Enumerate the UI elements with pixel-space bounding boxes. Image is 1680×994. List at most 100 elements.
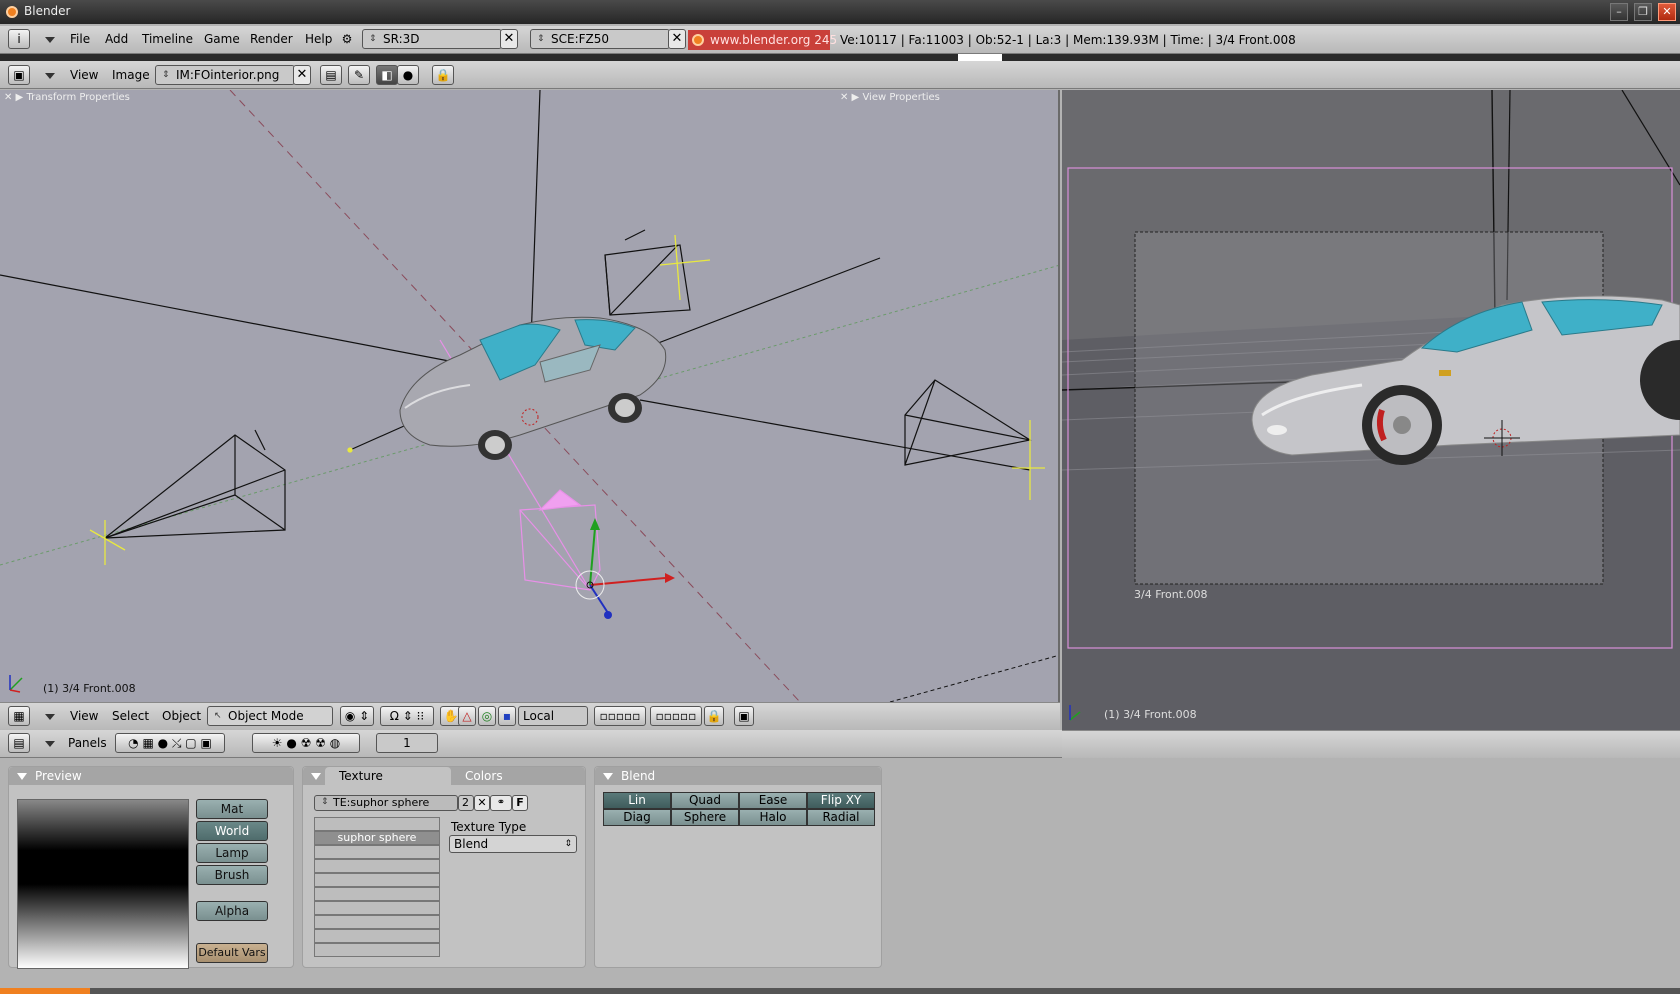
draw-type-select[interactable]: ◉ ⇕ <box>340 706 374 726</box>
menu-image[interactable]: Image <box>112 68 150 82</box>
preview-brush-button[interactable]: Brush <box>196 865 268 885</box>
delete-screen-button[interactable]: ✕ <box>500 29 518 49</box>
layers-row-1[interactable]: ▫▫▫▫▫ <box>594 706 646 726</box>
unlink-texture-button[interactable]: ✕ <box>474 795 490 811</box>
preview-mat-button[interactable]: Mat <box>196 799 268 819</box>
collapse-menus-icon[interactable] <box>45 714 55 720</box>
scene-select[interactable]: ⇕ SCE:FZ50 <box>530 29 670 49</box>
camera-left <box>103 429 286 539</box>
translate-manipulator-icon[interactable]: △ <box>458 706 476 726</box>
blend-diag-button[interactable]: Diag <box>603 809 671 826</box>
screen-select[interactable]: ⇕ SR:3D <box>362 29 502 49</box>
blend-panel-header[interactable]: Blend <box>595 767 881 785</box>
blend-halo-button[interactable]: Halo <box>739 809 807 826</box>
viewport-3d-left[interactable]: ✕ ▶ Transform Properties ✕ ▶ View Proper… <box>0 90 1060 702</box>
lock-icon[interactable]: 🔒 <box>432 65 454 85</box>
collapse-menus-icon[interactable] <box>45 73 55 79</box>
image-window-type-icon[interactable]: ▣ <box>8 65 30 85</box>
view3d-window-type-icon[interactable]: ▦ <box>8 706 30 726</box>
menu-view[interactable]: View <box>70 68 98 82</box>
collapse-menus-icon[interactable] <box>45 741 55 747</box>
texture-datablock-select[interactable]: ⇕ TE:suphor sphere <box>314 795 458 811</box>
delete-scene-button[interactable]: ✕ <box>668 29 686 49</box>
car-model <box>399 316 667 460</box>
blend-lin-button[interactable]: Lin <box>603 792 671 809</box>
menu-select[interactable]: Select <box>112 709 149 723</box>
preview-lamp-button[interactable]: Lamp <box>196 843 268 863</box>
paint-icon[interactable]: ✎ <box>348 65 370 85</box>
lock-layers-icon[interactable]: 🔒 <box>704 706 724 726</box>
mode-icon: ↖ <box>214 711 222 721</box>
blend-sphere-button[interactable]: Sphere <box>671 809 739 826</box>
default-vars-button[interactable]: Default Vars <box>196 943 268 963</box>
camera-right <box>904 379 1032 466</box>
texture-channel-4[interactable] <box>314 859 440 873</box>
blend-quad-button[interactable]: Quad <box>671 792 739 809</box>
menu-file[interactable]: File <box>70 32 90 46</box>
fake-user-button[interactable]: F <box>512 795 528 811</box>
layers-row-2[interactable]: ▫▫▫▫▫ <box>650 706 702 726</box>
collapse-icon[interactable] <box>311 773 321 780</box>
updown-icon: ⇕ <box>537 34 545 44</box>
texture-channel-10[interactable] <box>314 943 440 957</box>
gear-icon[interactable]: ⚙ <box>338 30 356 50</box>
blender-app: Blender – ❐ ✕ i File Add Timeline Game R… <box>0 0 1680 994</box>
blend-flip-xy-button[interactable]: Flip XY <box>807 792 875 809</box>
maximize-icon[interactable]: ❐ <box>1634 3 1652 21</box>
buttons-window-type-icon[interactable]: ▤ <box>8 733 30 753</box>
preview-world-button[interactable]: World <box>196 821 268 841</box>
blend-panel: Blend Lin Quad Ease Flip XY Diag Sphere … <box>594 766 882 968</box>
user-count-value: 2 <box>462 796 469 809</box>
updown-icon: ⇕ <box>369 34 377 44</box>
render-preview-icon[interactable]: ▣ <box>734 706 754 726</box>
shading-subcontext-buttons[interactable]: ☀ ● ☢ ☢ ◍ <box>252 733 360 753</box>
blend-radial-button[interactable]: Radial <box>807 809 875 826</box>
info-window-type-icon[interactable]: i <box>8 29 30 49</box>
menu-game[interactable]: Game <box>204 32 240 46</box>
texture-channel-2[interactable]: suphor sphere <box>314 831 440 845</box>
texture-channel-3[interactable] <box>314 845 440 859</box>
tab-texture[interactable]: Texture <box>325 767 451 785</box>
menu-help[interactable]: Help <box>305 32 332 46</box>
preview-panel-header[interactable]: Preview <box>9 767 293 785</box>
menu-panels[interactable]: Panels <box>68 736 107 750</box>
texture-channel-5[interactable] <box>314 873 440 887</box>
orientation-select[interactable]: Local <box>518 706 588 726</box>
collapse-menus-icon[interactable] <box>45 37 55 43</box>
updown-icon: ⇕ <box>162 70 170 80</box>
texture-channel-8[interactable] <box>314 915 440 929</box>
menu-view[interactable]: View <box>70 709 98 723</box>
object-mode-select[interactable]: ↖ Object Mode <box>207 706 333 726</box>
texture-channel-9[interactable] <box>314 929 440 943</box>
frame-number-field[interactable]: 1 <box>376 733 438 753</box>
blender-url[interactable]: www.blender.org 245 <box>688 30 837 50</box>
menu-timeline[interactable]: Timeline <box>142 32 193 46</box>
browse-texture-icon[interactable]: ⚭ <box>490 795 512 811</box>
texture-channel-1[interactable] <box>314 817 440 831</box>
texture-user-count[interactable]: 2 <box>458 795 474 811</box>
unlink-image-button[interactable]: ✕ <box>293 65 311 85</box>
menu-render[interactable]: Render <box>250 32 293 46</box>
preview-alpha-button[interactable]: Alpha <box>196 901 268 921</box>
uv-sync-icon[interactable]: ◧ <box>376 65 398 85</box>
record-icon[interactable]: ● <box>397 65 419 85</box>
blend-ease-button[interactable]: Ease <box>739 792 807 809</box>
frame-number-value: 1 <box>403 736 411 750</box>
pivot-select[interactable]: Ω ⇕ ⁝⁝ <box>380 706 434 726</box>
blender-logo-icon <box>6 6 18 18</box>
scale-manipulator-icon[interactable]: ▪ <box>498 706 516 726</box>
menu-object[interactable]: Object <box>162 709 201 723</box>
texture-channel-6[interactable] <box>314 887 440 901</box>
context-buttons[interactable]: ◔ ▦ ● ⤯ ▢ ▣ <box>115 733 225 753</box>
image-select[interactable]: ⇕ IM:FOinterior.png <box>155 65 295 85</box>
texture-type-select[interactable]: Blend ⇕ <box>449 835 577 853</box>
minimize-icon[interactable]: – <box>1610 3 1628 21</box>
tab-colors[interactable]: Colors <box>451 767 571 785</box>
close-window-icon[interactable]: ✕ <box>1658 3 1676 21</box>
viewport-3d-camera[interactable]: 3/4 Front.008 (1) 3/4 Front.008 <box>1062 90 1680 730</box>
rotate-manipulator-icon[interactable]: ◎ <box>478 706 496 726</box>
menu-add[interactable]: Add <box>105 32 128 46</box>
texture-channel-7[interactable] <box>314 901 440 915</box>
viewport-right-object-label: (1) 3/4 Front.008 <box>1104 708 1197 721</box>
pack-image-icon[interactable]: ▤ <box>320 65 342 85</box>
